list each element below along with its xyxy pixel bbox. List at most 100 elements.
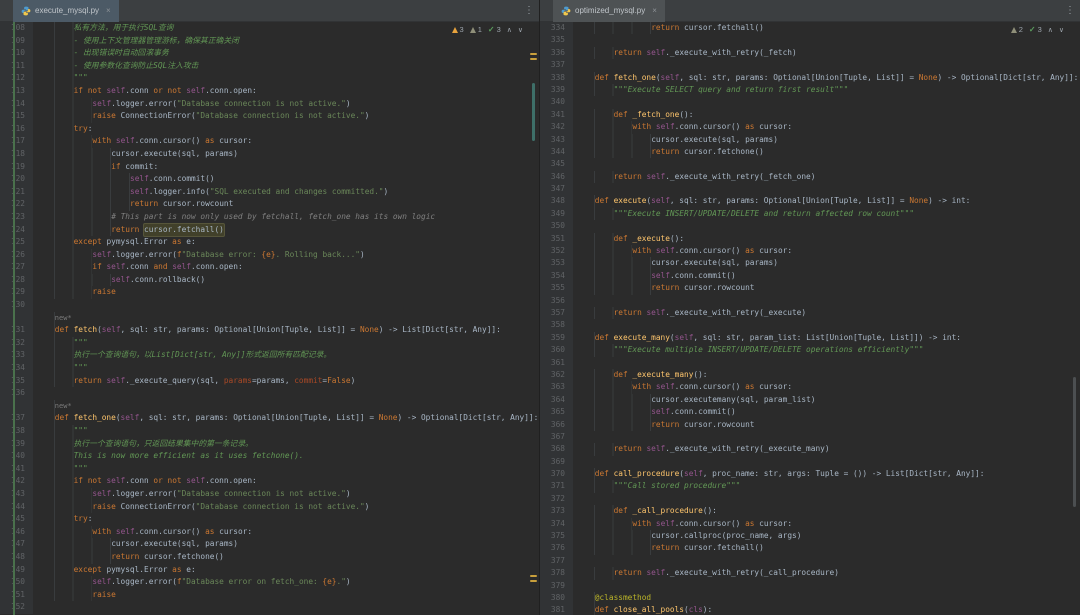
code-line: 378return self._execute_with_retry(_call…: [540, 567, 1080, 579]
line-number: 126: [0, 249, 33, 262]
line-number: 142: [0, 475, 33, 488]
scrollbar[interactable]: [528, 22, 539, 615]
close-icon[interactable]: ×: [652, 6, 657, 15]
code-line: 335: [540, 34, 1080, 46]
code-line: 345: [540, 158, 1080, 170]
code-line: 125except pymysql.Error as e:: [0, 236, 539, 249]
line-number: 122: [0, 198, 33, 211]
scrollbar-mark[interactable]: [530, 58, 537, 60]
line-number: 127: [0, 261, 33, 274]
line-number: 377: [540, 555, 573, 567]
line-number: 340: [540, 96, 573, 108]
line-number: 358: [540, 319, 573, 331]
code-editor-right[interactable]: 2 ✓3 ∧ ∨ 334return cursor.fetchall()335 3…: [540, 22, 1080, 615]
line-number: 109: [0, 35, 33, 48]
line-number: 152: [0, 601, 33, 614]
warning-icon: [452, 27, 458, 33]
tab-optimized-mysql[interactable]: optimized_mysql.py ×: [553, 0, 665, 22]
prev-problem-icon[interactable]: ∧: [507, 26, 512, 34]
code-line: 344return cursor.fetchone(): [540, 146, 1080, 158]
line-number: 118: [0, 148, 33, 161]
scrollbar-mark[interactable]: [530, 580, 537, 582]
code-line: 136: [0, 387, 539, 400]
warning-badge[interactable]: 3: [452, 25, 464, 34]
line-number: 135: [0, 375, 33, 388]
code-line: 120self.conn.commit(): [0, 173, 539, 186]
next-problem-icon[interactable]: ∨: [1059, 26, 1064, 34]
line-number: 111: [0, 60, 33, 73]
code-line: 110- 出现错误时自动回滚事务: [0, 47, 539, 60]
code-line: 129raise: [0, 286, 539, 299]
scrollbar[interactable]: [1069, 22, 1080, 615]
code-line: 369: [540, 456, 1080, 468]
scrollbar-thumb[interactable]: [1073, 377, 1076, 507]
code-line: 116try:: [0, 123, 539, 136]
editor-pane-right: optimized_mysql.py × ⋮ 2 ✓3 ∧ ∨ 334retur…: [539, 0, 1080, 615]
line-number: 370: [540, 468, 573, 480]
code-line: 367: [540, 431, 1080, 443]
scrollbar-thumb[interactable]: [532, 83, 535, 141]
weak-warning-badge[interactable]: 1: [470, 25, 482, 34]
code-line: 334return cursor.fetchall(): [540, 22, 1080, 34]
weak-warning-badge[interactable]: 2: [1011, 25, 1023, 34]
line-number: 137: [0, 412, 33, 425]
line-number: 124: [0, 224, 33, 237]
code-line: 121self.logger.info("SQL executed and ch…: [0, 186, 539, 199]
line-number: 351: [540, 233, 573, 245]
inspections-widget[interactable]: 2 ✓3 ∧ ∨: [1011, 25, 1064, 34]
code-line: 360"""Execute multiple INSERT/UPDATE/DEL…: [540, 344, 1080, 356]
line-number: 115: [0, 110, 33, 123]
line-number: 371: [540, 480, 573, 492]
ok-badge[interactable]: ✓3: [488, 25, 501, 34]
next-problem-icon[interactable]: ∨: [518, 26, 523, 34]
code-line: 128self.conn.rollback(): [0, 274, 539, 287]
tab-execute-mysql[interactable]: execute_mysql.py ×: [13, 0, 119, 22]
line-number: 112: [0, 72, 33, 85]
code-line: 354self.conn.commit(): [540, 270, 1080, 282]
scrollbar-mark[interactable]: [530, 575, 537, 577]
scrollbar-mark[interactable]: [530, 53, 537, 55]
code-line: new*: [0, 312, 539, 325]
line-number: 379: [540, 580, 573, 592]
code-editor-left[interactable]: 3 1 ✓3 ∧ ∨ 108私有方法，用于执行SQL查询109- 使用上下文管理…: [0, 22, 539, 615]
code-line: 139执行一个查询语句，只返回结果集中的第一条记录。: [0, 438, 539, 451]
code-line: 353cursor.execute(sql, params): [540, 257, 1080, 269]
code-line: 361: [540, 357, 1080, 369]
kebab-menu-icon[interactable]: ⋮: [1065, 6, 1075, 16]
line-number: 108: [0, 22, 33, 35]
code-line: 362def _execute_many():: [540, 369, 1080, 381]
code-line: 368return self._execute_with_retry(_exec…: [540, 443, 1080, 455]
ok-badge[interactable]: ✓3: [1029, 25, 1042, 34]
line-number: 138: [0, 425, 33, 438]
prev-problem-icon[interactable]: ∧: [1048, 26, 1053, 34]
code-line: 374with self.conn.cursor() as cursor:: [540, 518, 1080, 530]
code-line: new*: [0, 400, 539, 413]
inspections-widget[interactable]: 3 1 ✓3 ∧ ∨: [452, 25, 523, 34]
code-line: 355return cursor.rowcount: [540, 282, 1080, 294]
line-number: 365: [540, 406, 573, 418]
code-line: 112""": [0, 72, 539, 85]
weak-warning-icon: [1011, 27, 1017, 33]
code-line: 371"""Call stored procedure""": [540, 480, 1080, 492]
code-line: 111- 使用参数化查询防止SQL注入攻击: [0, 60, 539, 73]
line-number: 146: [0, 526, 33, 539]
line-number: 121: [0, 186, 33, 199]
code-line: 133执行一个查询语句，以List[Dict[str, Any]]形式返回所有匹…: [0, 349, 539, 362]
line-number: 132: [0, 337, 33, 350]
code-line: 126self.logger.error(f"Database error: {…: [0, 249, 539, 262]
code-line: 115raise ConnectionError("Database conne…: [0, 110, 539, 123]
code-line: 338def fetch_one(self, sql: str, params:…: [540, 72, 1080, 84]
code-line: 347: [540, 183, 1080, 195]
line-number: 347: [540, 183, 573, 195]
kebab-menu-icon[interactable]: ⋮: [524, 6, 534, 16]
line-number: 128: [0, 274, 33, 287]
weak-warning-icon: [470, 27, 476, 33]
line-number: 134: [0, 362, 33, 375]
line-number: 376: [540, 542, 573, 554]
close-icon[interactable]: ×: [106, 6, 111, 15]
line-number: 129: [0, 286, 33, 299]
code-line: 377: [540, 555, 1080, 567]
line-number: 343: [540, 134, 573, 146]
line-number: 348: [540, 195, 573, 207]
code-line: 152: [0, 601, 539, 614]
